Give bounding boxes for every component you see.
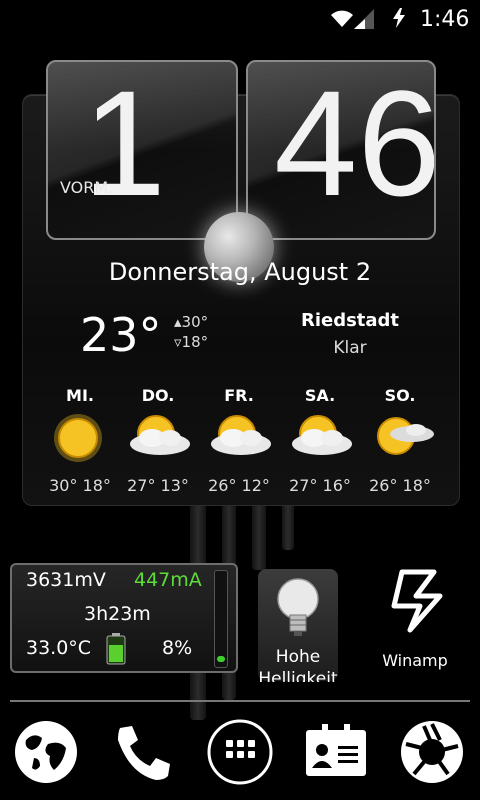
battery-percent: 8% [162,637,193,659]
battery-remaining-time: 3h23m [84,603,151,625]
high-low-temps: ▴30° ▿18° [174,312,208,352]
partly-cloudy-icon [211,415,271,455]
forecast-day: SA. [304,386,336,405]
partly-cloudy-icon [292,415,352,455]
minute-flip-card[interactable]: 46 [246,60,436,240]
city-name: Riedstadt [300,310,400,331]
hour-flip-card[interactable]: 1 VORM. [46,60,238,240]
brightness-label: Hohe Helligkeit [258,647,338,682]
forecast-day: DO. [141,386,175,405]
status-time: 1:46 [420,7,470,32]
forecast-temps: 27° 16° [289,476,351,495]
forecast-temps: 26° 12° [208,476,270,495]
forecast-day: MI. [66,386,94,405]
status-bar: 1:46 [0,0,480,38]
clock-ampm: VORM. [60,178,114,197]
partly-cloudy-icon [130,415,190,455]
current-temperature: 23° [80,308,162,362]
browser-icon[interactable] [12,718,80,786]
battery-current: 447mA [134,569,202,591]
battery-level-indicator [217,656,225,662]
forecast-temps: 27° 13° [127,476,189,495]
weather-condition: Klar [333,338,367,358]
dock-divider [10,700,470,702]
high-temp: ▴30° [174,313,209,331]
light-bulb-icon [277,578,319,636]
forecast-day: SO. [384,386,416,405]
signal-icon [354,9,374,29]
low-temp: ▿18° [174,333,209,351]
contacts-icon[interactable] [302,718,370,786]
forecast-day: FR. [224,386,254,405]
camera-icon[interactable] [398,718,466,786]
clock-minute: 46 [274,60,436,227]
winamp-icon[interactable] [380,566,450,636]
forecast-temps: 30° 18° [49,476,111,495]
charging-icon [393,8,405,28]
battery-voltage: 3631mV [26,569,106,591]
battery-gauge [214,570,228,668]
battery-icon [106,633,126,665]
wifi-icon [331,10,353,27]
date-label[interactable]: Donnerstag, August 2 [0,258,480,286]
sun-icon [54,414,102,462]
battery-temperature: 33.0°C [26,637,92,659]
winamp-label: Winamp [382,651,448,670]
partly-cloudy-icon [377,417,434,455]
clock-hour: 1 [82,60,166,227]
app-drawer-icon[interactable] [206,718,274,786]
phone-icon[interactable] [110,718,178,786]
forecast-temps: 26° 18° [369,476,431,495]
